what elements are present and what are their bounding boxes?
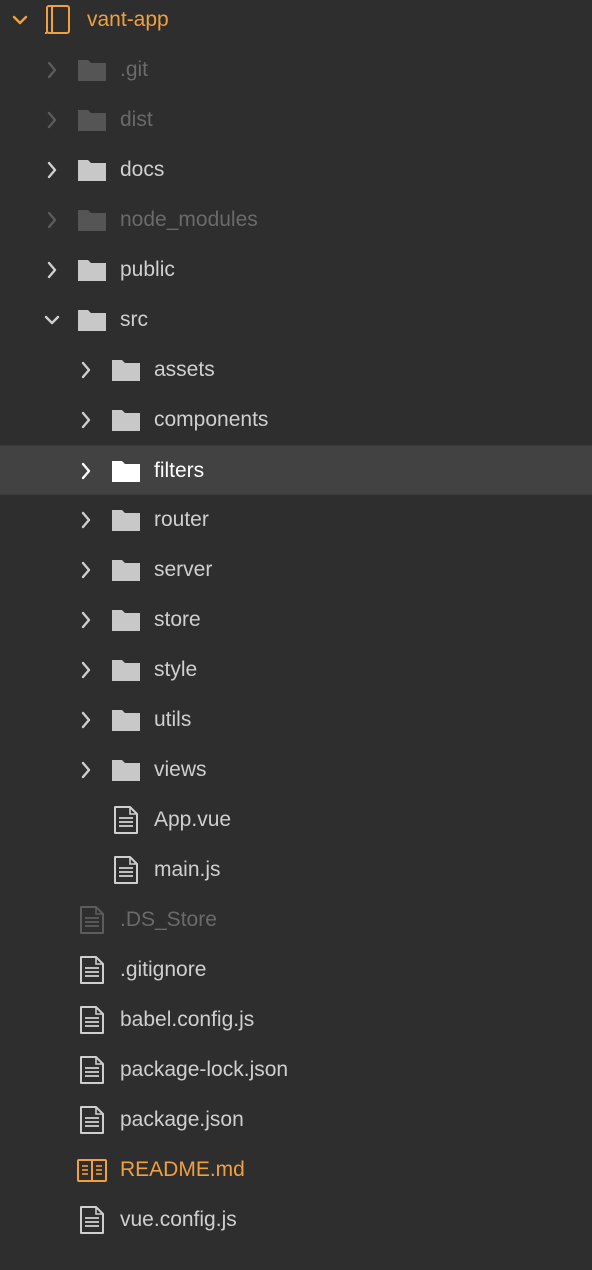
book-icon bbox=[76, 1154, 108, 1186]
tree-root-vant-app[interactable]: vant-app bbox=[0, 0, 592, 45]
folder-icon bbox=[76, 204, 108, 236]
tree-item-label: package-lock.json bbox=[120, 1058, 289, 1081]
tree-item-app-vue[interactable]: App.vue bbox=[0, 795, 592, 845]
tree-item-label: vue.config.js bbox=[120, 1208, 237, 1231]
project-book-icon bbox=[43, 4, 75, 36]
tree-item-utils[interactable]: utils bbox=[0, 695, 592, 745]
tree-item-label: components bbox=[154, 408, 269, 431]
tree-item-label: router bbox=[154, 508, 209, 531]
tree-item-babel-config-js[interactable]: babel.config.js bbox=[0, 995, 592, 1045]
tree-item-dist[interactable]: dist bbox=[0, 95, 592, 145]
chevron-right-icon[interactable] bbox=[42, 158, 62, 182]
tree-item-node-modules[interactable]: node_modules bbox=[0, 195, 592, 245]
chevron-right-icon[interactable] bbox=[76, 358, 96, 382]
tree-item-label: filters bbox=[154, 459, 205, 482]
tree-item-label: views bbox=[154, 758, 207, 781]
folder-icon bbox=[110, 654, 142, 686]
folder-icon bbox=[110, 604, 142, 636]
tree-item-store[interactable]: store bbox=[0, 595, 592, 645]
folder-icon bbox=[76, 254, 108, 286]
chevron-right-icon[interactable] bbox=[42, 258, 62, 282]
tree-item-package-lock-json[interactable]: package-lock.json bbox=[0, 1045, 592, 1095]
tree-item-main-js[interactable]: main.js bbox=[0, 845, 592, 895]
chevron-right-icon[interactable] bbox=[76, 758, 96, 782]
folder-icon bbox=[76, 104, 108, 136]
tree-item-ds-store[interactable]: .DS_Store bbox=[0, 895, 592, 945]
folder-icon bbox=[110, 354, 142, 386]
tree-item-label: src bbox=[120, 308, 148, 331]
tree-item-vue-config-js[interactable]: vue.config.js bbox=[0, 1195, 592, 1245]
tree-item-label: utils bbox=[154, 708, 192, 731]
tree-item-readme-md[interactable]: README.md bbox=[0, 1145, 592, 1195]
tree-item-label: style bbox=[154, 658, 198, 681]
file-icon bbox=[76, 1104, 108, 1136]
tree-item-label: store bbox=[154, 608, 201, 631]
file-icon bbox=[110, 804, 142, 836]
file-icon bbox=[76, 1204, 108, 1236]
tree-item-src[interactable]: src bbox=[0, 295, 592, 345]
tree-item-filters[interactable]: filters bbox=[0, 445, 592, 495]
file-icon bbox=[76, 904, 108, 936]
folder-icon bbox=[110, 404, 142, 436]
tree-item-gitignore[interactable]: .gitignore bbox=[0, 945, 592, 995]
file-tree: vant-app .git dist docs node_modulespublic s… bbox=[0, 0, 592, 1270]
tree-item-views[interactable]: views bbox=[0, 745, 592, 795]
chevron-right-icon[interactable] bbox=[76, 459, 96, 483]
folder-icon bbox=[110, 754, 142, 786]
chevron-right-icon[interactable] bbox=[76, 608, 96, 632]
tree-item-style[interactable]: style bbox=[0, 645, 592, 695]
tree-item-label: .gitignore bbox=[120, 958, 207, 981]
tree-item-components[interactable]: components bbox=[0, 395, 592, 445]
tree-item-assets[interactable]: assets bbox=[0, 345, 592, 395]
folder-icon bbox=[76, 154, 108, 186]
tree-item-git[interactable]: .git bbox=[0, 45, 592, 95]
tree-item-label: public bbox=[120, 258, 175, 281]
tree-item-label: babel.config.js bbox=[120, 1008, 255, 1031]
tree-item-label: node_modules bbox=[120, 208, 258, 231]
tree-item-label: assets bbox=[154, 358, 215, 381]
tree-item-label: docs bbox=[120, 158, 165, 181]
chevron-right-icon[interactable] bbox=[76, 708, 96, 732]
tree-item-label: server bbox=[154, 558, 213, 581]
chevron-right-icon[interactable] bbox=[76, 408, 96, 432]
file-icon bbox=[110, 854, 142, 886]
folder-icon bbox=[76, 304, 108, 336]
chevron-right-icon[interactable] bbox=[42, 208, 62, 232]
tree-item-label: dist bbox=[120, 108, 153, 131]
chevron-right-icon[interactable] bbox=[76, 508, 96, 532]
tree-item-docs[interactable]: docs bbox=[0, 145, 592, 195]
tree-item-label: .DS_Store bbox=[120, 908, 217, 931]
folder-icon bbox=[110, 704, 142, 736]
folder-icon bbox=[110, 554, 142, 586]
tree-root-label: vant-app bbox=[87, 8, 169, 31]
file-icon bbox=[76, 1054, 108, 1086]
tree-item-label: package.json bbox=[120, 1108, 244, 1131]
file-icon bbox=[76, 954, 108, 986]
folder-icon bbox=[76, 54, 108, 86]
folder-icon bbox=[110, 504, 142, 536]
chevron-right-icon[interactable] bbox=[42, 58, 62, 82]
chevron-down-icon[interactable] bbox=[10, 8, 30, 32]
chevron-right-icon[interactable] bbox=[76, 558, 96, 582]
tree-item-label: main.js bbox=[154, 858, 221, 881]
file-icon bbox=[76, 1004, 108, 1036]
tree-item-public[interactable]: public bbox=[0, 245, 592, 295]
tree-item-server[interactable]: server bbox=[0, 545, 592, 595]
tree-item-label: App.vue bbox=[154, 808, 232, 831]
tree-item-label: .git bbox=[120, 58, 149, 81]
tree-item-package-json[interactable]: package.json bbox=[0, 1095, 592, 1145]
chevron-right-icon[interactable] bbox=[76, 658, 96, 682]
tree-item-router[interactable]: router bbox=[0, 495, 592, 545]
tree-item-label: README.md bbox=[120, 1158, 245, 1181]
chevron-right-icon[interactable] bbox=[42, 108, 62, 132]
chevron-down-icon[interactable] bbox=[42, 308, 62, 332]
folder-icon bbox=[110, 455, 142, 487]
